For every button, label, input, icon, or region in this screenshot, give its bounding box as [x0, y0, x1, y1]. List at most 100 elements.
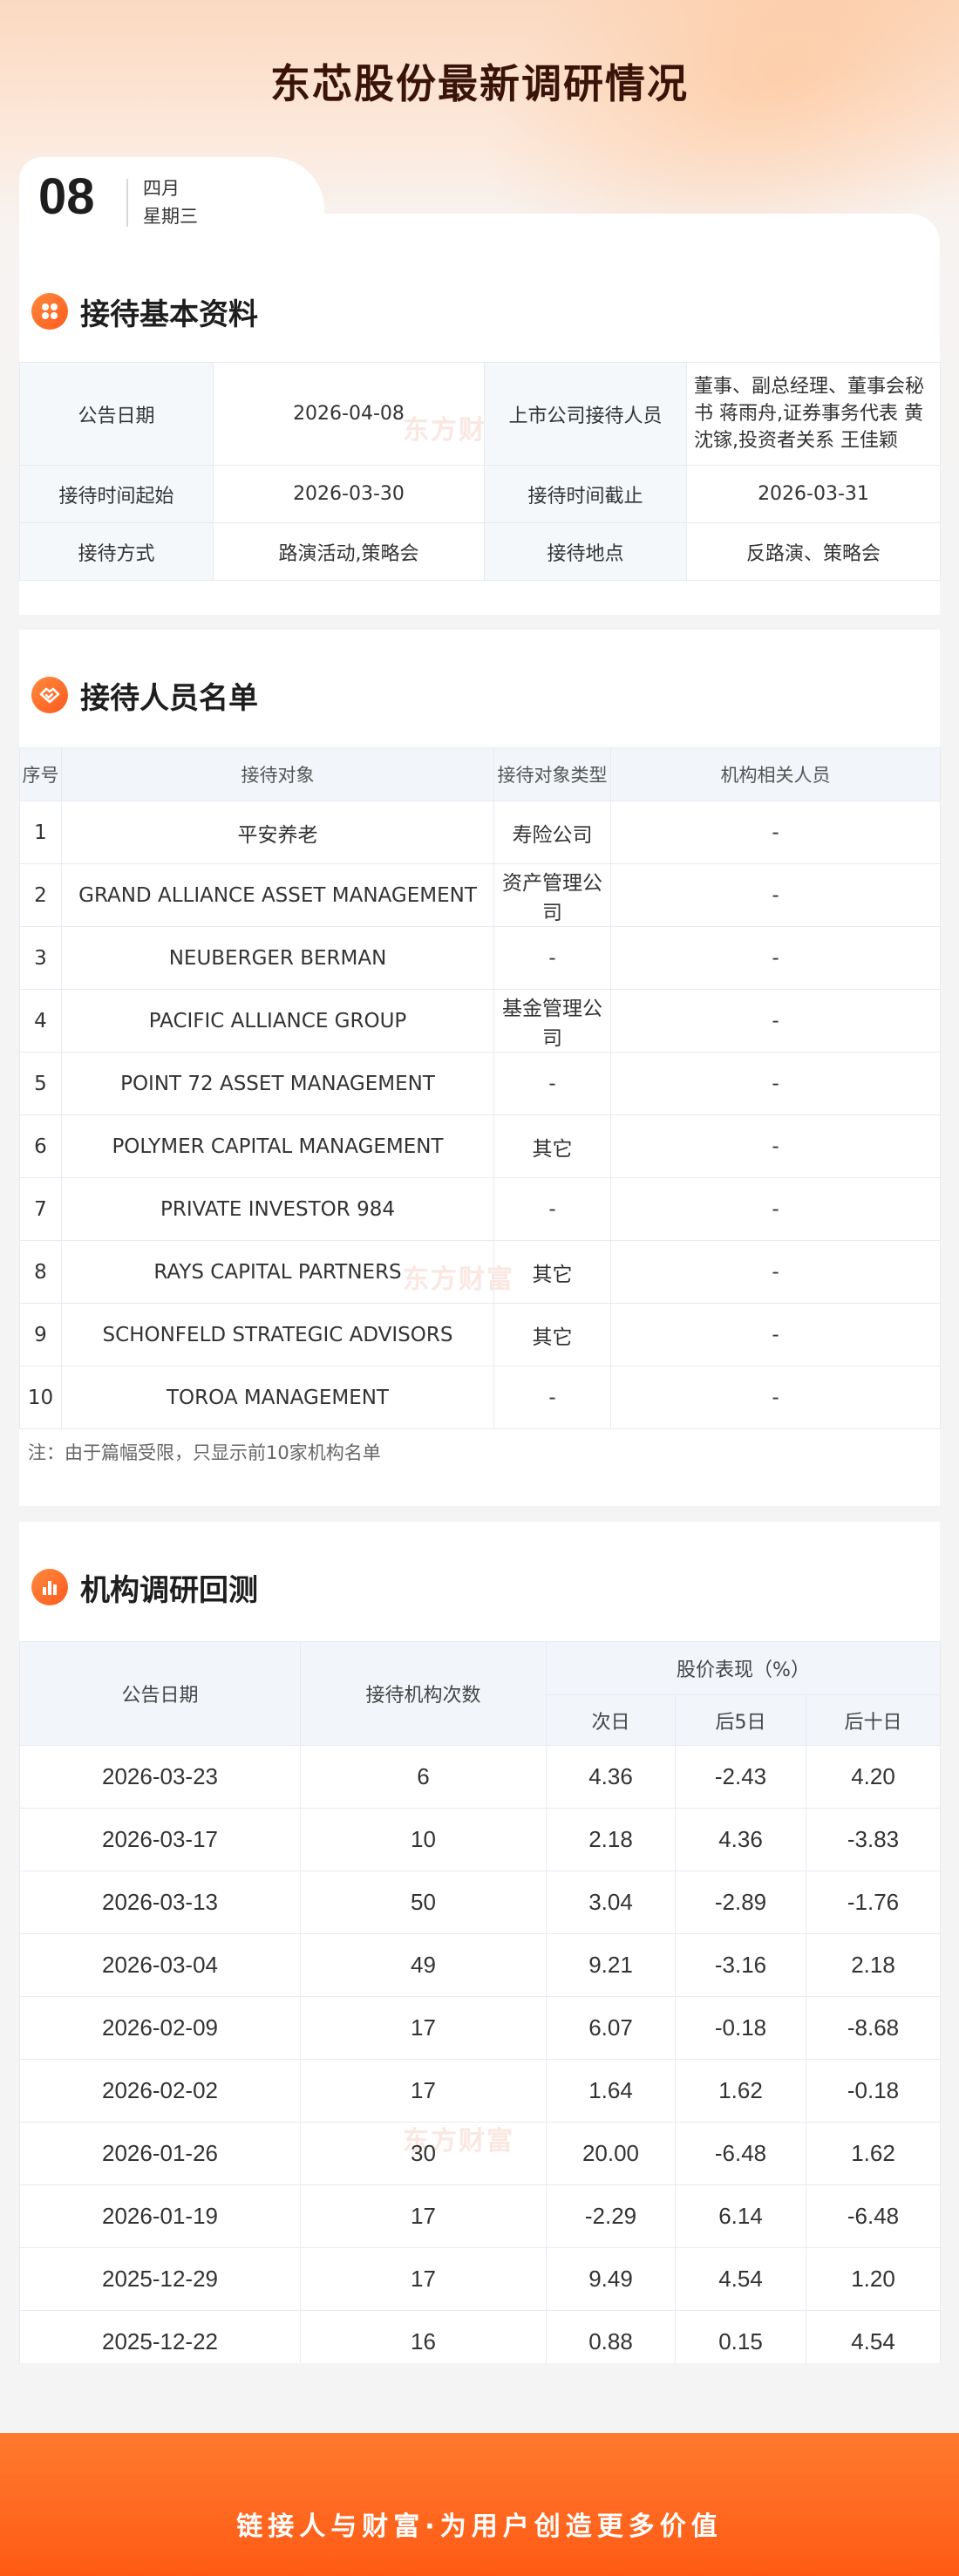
table-cell: GRAND ALLIANCE ASSET MANAGEMENT	[61, 863, 494, 927]
table-cell: 3	[19, 926, 62, 990]
label-cell: 接待时间起始	[19, 465, 214, 523]
table-cell: 2.18	[805, 1933, 942, 1997]
date-divider	[126, 179, 128, 227]
table-cell: 其它	[493, 1303, 611, 1366]
footnote: 注：由于篇幅受限，只显示前10家机构名单	[28, 1442, 381, 1463]
table-cell: 资产管理公司	[493, 863, 611, 927]
handshake-icon	[31, 677, 68, 713]
table-cell: 17	[300, 2247, 547, 2311]
table-row: 2025-12-29 17 9.49 4.54 1.20	[19, 2247, 942, 2311]
table-cell: PRIVATE INVESTOR 984	[61, 1177, 494, 1241]
table-cell: POLYMER CAPITAL MANAGEMENT	[61, 1114, 494, 1178]
table-cell: -	[610, 989, 941, 1053]
table-cell: 4	[19, 989, 62, 1053]
table-cell: 17	[300, 2184, 547, 2248]
table-cell: 6.14	[675, 2184, 806, 2248]
table-row: 2026-01-19 17 -2.29 6.14 -6.48	[19, 2184, 942, 2248]
table-cell: -2.43	[675, 1745, 806, 1809]
column-header: 接待机构次数	[300, 1641, 547, 1746]
table-cell: 1.62	[675, 2059, 806, 2123]
table-cell: 4.36	[675, 1808, 806, 1871]
label-cell: 接待方式	[19, 522, 214, 581]
table-row: 1 平安养老 寿险公司 -	[19, 801, 941, 864]
column-header: 股价表现（%）	[545, 1641, 942, 1695]
table-cell: -0.18	[675, 1996, 806, 2060]
table-cell: 基金管理公司	[493, 989, 611, 1053]
table-cell: 5	[19, 1052, 62, 1115]
table-cell: 17	[300, 2059, 547, 2123]
table-cell: 2026-01-19	[19, 2184, 301, 2248]
people-card: 接待人员名单 东方财富 序号 接待对象 接待对象类型 机构相关人员 1 平安养老寿…	[19, 630, 941, 1506]
table-cell: 30	[300, 2122, 547, 2185]
table-row: 5 POINT 72 ASSET MANAGEMENT - -	[19, 1052, 941, 1115]
people-table: 序号 接待对象 接待对象类型 机构相关人员 1 平安养老 寿险公司 -2 GRAND A…	[19, 747, 941, 1429]
table-row: 接待方式 路演活动,策略会 接待地点 反路演、策略会	[19, 522, 941, 581]
table-cell: 9	[19, 1303, 62, 1366]
table-cell: -8.68	[805, 1996, 942, 2060]
value-cell: 反路演、策略会	[686, 522, 941, 581]
section-title: 接待人员名单	[80, 680, 258, 716]
table-cell: 6	[19, 1114, 62, 1178]
value-cell: 2026-04-08	[213, 362, 485, 466]
table-cell: 2026-03-04	[19, 1933, 301, 1997]
column-header: 接待对象类型	[493, 747, 611, 801]
label-cell: 上市公司接待人员	[484, 362, 687, 466]
column-header: 后5日	[675, 1694, 806, 1746]
date-day: 08	[38, 168, 95, 225]
table-row: 公告日期 2026-04-08 上市公司接待人员 董事、副总经理、董事会秘书 蒋…	[19, 362, 941, 466]
table-cell: -6.48	[675, 2122, 806, 2185]
table-cell: PACIFIC ALLIANCE GROUP	[61, 989, 494, 1053]
label-cell: 接待地点	[484, 522, 687, 581]
table-cell: 49	[300, 1933, 547, 1997]
table-cell: 6.07	[546, 1996, 676, 2060]
table-cell: -	[610, 1177, 941, 1241]
table-row: 2026-02-09 17 6.07 -0.18 -8.68	[19, 1996, 942, 2060]
table-cell: RAYS CAPITAL PARTNERS	[61, 1240, 494, 1304]
table-cell: 9.49	[546, 2247, 676, 2311]
table-row: 2026-03-04 49 9.21 -3.16 2.18	[19, 1933, 942, 1997]
table-cell: 其它	[493, 1114, 611, 1178]
table-cell: 2026-01-26	[19, 2122, 301, 2185]
table-cell: -0.18	[805, 2059, 942, 2123]
table-cell: -3.83	[805, 1808, 942, 1871]
people-header: 接待人员名单	[31, 673, 258, 717]
table-cell: -6.48	[805, 2184, 942, 2248]
table-cell: -	[610, 1303, 941, 1366]
table-cell: 4.36	[546, 1745, 676, 1809]
table-cell: -	[493, 1177, 611, 1241]
table-cell: 50	[300, 1871, 547, 1934]
page-title: 东芯股份最新调研情况	[270, 60, 689, 107]
table-cell: 17	[300, 1996, 547, 2060]
table-cell: -	[610, 801, 941, 864]
table-cell: 20.00	[546, 2122, 676, 2185]
section-title: 机构调研回测	[80, 1572, 258, 1608]
table-cell: TOROA MANAGEMENT	[61, 1366, 494, 1429]
label-cell: 接待时间截止	[484, 465, 687, 523]
table-row: 2026-01-26 30 20.00 -6.48 1.62	[19, 2122, 942, 2185]
table-row: 2026-03-17 10 2.18 4.36 -3.83	[19, 1808, 942, 1871]
value-cell: 路演活动,策略会	[213, 522, 485, 581]
table-cell: 1	[19, 801, 62, 864]
table-cell: NEUBERGER BERMAN	[61, 926, 494, 990]
footer-slogan: 链接人与财富·为用户创造更多价值	[236, 2511, 723, 2542]
table-cell: -	[610, 863, 941, 927]
column-header: 序号	[19, 747, 62, 801]
basic-info-header: 接待基本资料	[31, 290, 258, 333]
table-row: 2026-02-02 17 1.64 1.62 -0.18	[19, 2059, 942, 2123]
column-header: 后十日	[805, 1694, 942, 1746]
table-cell: -	[493, 1052, 611, 1115]
table-cell: 2.18	[546, 1808, 676, 1871]
label-cell: 公告日期	[19, 362, 214, 466]
column-header: 接待对象	[61, 747, 494, 801]
table-cell: 8	[19, 1240, 62, 1304]
basic-info-card: 接待基本资料 东方财富 公告日期 2026-04-08 上市公司接待人员 董事、…	[19, 253, 941, 615]
table-cell: -	[493, 926, 611, 990]
date-month: 四月	[143, 178, 180, 199]
table-cell: -	[610, 1114, 941, 1178]
table-cell: 6	[300, 1745, 547, 1809]
table-cell: 其它	[493, 1240, 611, 1304]
table-row: 8 RAYS CAPITAL PARTNERS 其它 -	[19, 1240, 941, 1304]
bar-chart-icon	[31, 1569, 68, 1605]
table-row: 2026-03-13 50 3.04 -2.89 -1.76	[19, 1871, 942, 1934]
table-cell: 2026-03-17	[19, 1808, 301, 1871]
